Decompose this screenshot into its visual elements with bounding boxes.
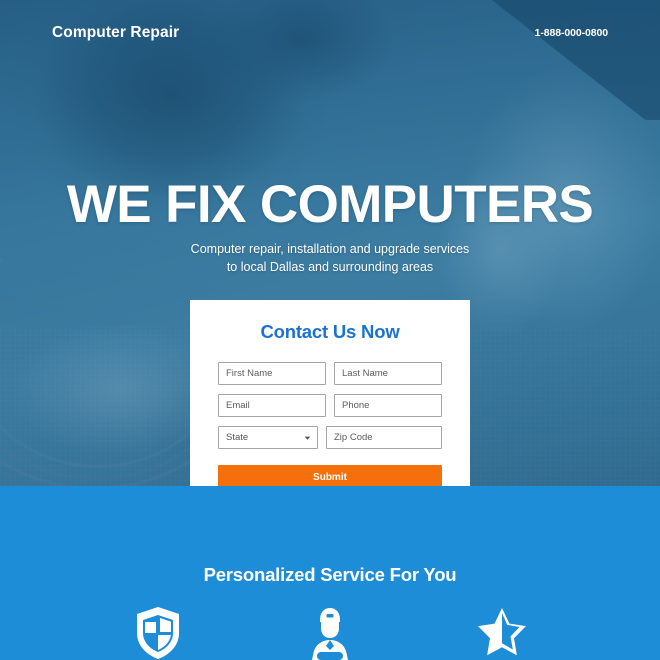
feature-item-rating bbox=[442, 606, 562, 658]
state-select[interactable]: State bbox=[218, 426, 318, 449]
hero-subheadline-line-1: Computer repair, installation and upgrad… bbox=[190, 242, 470, 256]
feature-item-security bbox=[98, 606, 218, 660]
half-star-icon bbox=[478, 608, 526, 656]
state-select-wrapper: State bbox=[218, 426, 318, 449]
zip-code-input[interactable] bbox=[326, 426, 442, 449]
feature-item-support bbox=[270, 606, 390, 660]
first-name-input[interactable] bbox=[218, 362, 326, 385]
features-list bbox=[0, 586, 660, 660]
phone-input[interactable] bbox=[334, 394, 442, 417]
support-technician-icon bbox=[312, 608, 348, 660]
hero-headline: WE FIX COMPUTERS bbox=[66, 175, 594, 234]
form-title: Contact Us Now bbox=[260, 321, 400, 342]
shield-icon bbox=[137, 607, 179, 659]
form-row-contact bbox=[218, 394, 442, 417]
form-row-location: State bbox=[218, 426, 442, 449]
logo[interactable]: Computer Repair bbox=[52, 24, 179, 42]
features-title: Personalized Service For You bbox=[203, 564, 457, 585]
header-phone-number[interactable]: 1-888-000-0800 bbox=[535, 27, 608, 39]
form-fields: State bbox=[190, 362, 470, 449]
hero-subheadline: Computer repair, installation and upgrad… bbox=[0, 240, 660, 276]
last-name-input[interactable] bbox=[334, 362, 442, 385]
hero-subheadline-line-2: to local Dallas and surrounding areas bbox=[226, 260, 434, 275]
email-input[interactable] bbox=[218, 394, 326, 417]
landing-page: Computer Repair 1-888-000-0800 WE FIX CO… bbox=[0, 0, 660, 660]
form-row-name bbox=[218, 362, 442, 385]
site-header: Computer Repair 1-888-000-0800 bbox=[0, 0, 660, 66]
features-section: Personalized Service For You bbox=[0, 486, 660, 660]
